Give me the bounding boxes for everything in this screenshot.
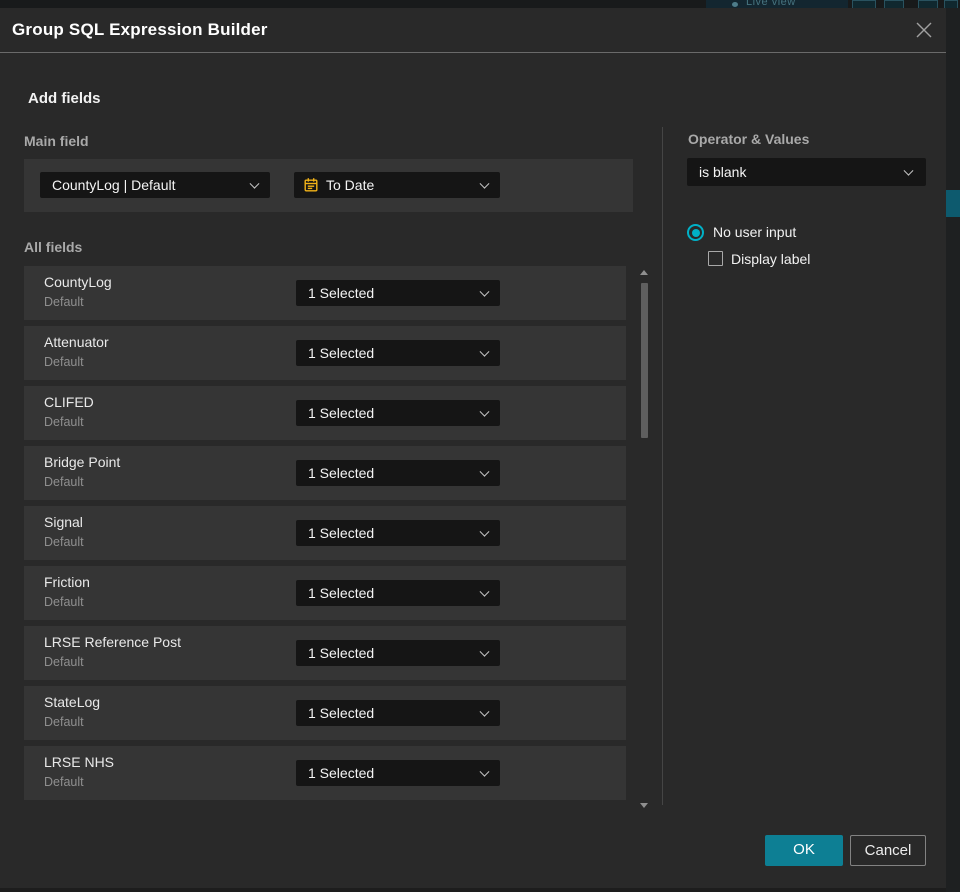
toolbar-button xyxy=(918,0,938,8)
field-name: Signal xyxy=(44,514,83,530)
main-field-label: Main field xyxy=(24,133,89,149)
chevron-down-icon xyxy=(479,586,490,597)
field-selected-dropdown[interactable]: 1 Selected xyxy=(296,340,500,366)
field-name: LRSE Reference Post xyxy=(44,634,181,650)
background-app-right-edge xyxy=(946,8,960,892)
cancel-button[interactable]: Cancel xyxy=(850,835,926,866)
background-app-header: Live view xyxy=(0,0,960,8)
background-teal-element xyxy=(946,190,960,217)
selected-count: 1 Selected xyxy=(308,285,375,301)
field-sublabel: Default xyxy=(44,655,84,669)
chevron-down-icon xyxy=(903,165,914,176)
group-sql-expression-builder-dialog: Group SQL Expression Builder Add fields … xyxy=(0,8,946,888)
chevron-down-icon xyxy=(479,646,490,657)
operator-values-label: Operator & Values xyxy=(688,131,810,147)
eye-icon xyxy=(732,2,738,7)
chevron-down-icon xyxy=(479,526,490,537)
scroll-down-icon[interactable] xyxy=(640,803,648,808)
selected-count: 1 Selected xyxy=(308,585,375,601)
radio-no-user-input[interactable] xyxy=(687,224,704,241)
field-selected-dropdown[interactable]: 1 Selected xyxy=(296,400,500,426)
field-sublabel: Default xyxy=(44,715,84,729)
chevron-down-icon xyxy=(479,706,490,717)
live-view-label: Live view xyxy=(746,0,796,8)
field-row: Signal Default 1 Selected xyxy=(24,506,626,560)
field-sublabel: Default xyxy=(44,415,84,429)
checkbox-label: Display label xyxy=(731,251,811,267)
field-row: Friction Default 1 Selected xyxy=(24,566,626,620)
main-field-card: CountyLog | Default To Date xyxy=(24,159,633,212)
toolbar-button xyxy=(944,0,958,8)
selected-count: 1 Selected xyxy=(308,405,375,421)
field-name: Attenuator xyxy=(44,334,109,350)
chevron-down-icon xyxy=(479,766,490,777)
field-row: CountyLog Default 1 Selected xyxy=(24,266,626,320)
all-fields-label: All fields xyxy=(24,239,83,255)
field-selected-dropdown[interactable]: 1 Selected xyxy=(296,520,500,546)
toolbar-button xyxy=(852,0,876,8)
field-selected-dropdown[interactable]: 1 Selected xyxy=(296,700,500,726)
selected-count: 1 Selected xyxy=(308,645,375,661)
checkbox-display-label[interactable] xyxy=(708,251,723,266)
field-selected-dropdown[interactable]: 1 Selected xyxy=(296,640,500,666)
field-selected-dropdown[interactable]: 1 Selected xyxy=(296,460,500,486)
field-sublabel: Default xyxy=(44,475,84,489)
field-row: StateLog Default 1 Selected xyxy=(24,686,626,740)
field-sublabel: Default xyxy=(44,295,84,309)
dialog-titlebar: Group SQL Expression Builder xyxy=(0,8,946,52)
chevron-down-icon xyxy=(479,406,490,417)
field-row: Attenuator Default 1 Selected xyxy=(24,326,626,380)
field-name: LRSE NHS xyxy=(44,754,115,770)
main-field-value-dropdown[interactable]: To Date xyxy=(294,172,500,198)
screen: Live view Group SQL Expression Builder A… xyxy=(0,0,960,892)
field-name: CountyLog xyxy=(44,274,112,290)
field-row: LRSE NHS Default 1 Selected xyxy=(24,746,626,800)
field-selected-dropdown[interactable]: 1 Selected xyxy=(296,760,500,786)
scrollbar-thumb[interactable] xyxy=(641,283,648,438)
selected-count: 1 Selected xyxy=(308,705,375,721)
operator-dropdown-value: is blank xyxy=(699,164,747,180)
calendar-icon xyxy=(303,177,319,193)
field-name: Friction xyxy=(44,574,90,590)
panel-divider xyxy=(662,127,663,805)
radio-label: No user input xyxy=(713,224,797,240)
selected-count: 1 Selected xyxy=(308,465,375,481)
scroll-up-icon[interactable] xyxy=(640,270,648,275)
field-row: Bridge Point Default 1 Selected xyxy=(24,446,626,500)
main-field-value: To Date xyxy=(326,177,375,193)
selected-count: 1 Selected xyxy=(308,525,375,541)
field-sublabel: Default xyxy=(44,535,84,549)
field-row: LRSE Reference Post Default 1 Selected xyxy=(24,626,626,680)
chevron-down-icon xyxy=(479,178,490,189)
field-sublabel: Default xyxy=(44,355,84,369)
field-name: Bridge Point xyxy=(44,454,121,470)
field-row: CLIFED Default 1 Selected xyxy=(24,386,626,440)
chevron-down-icon xyxy=(479,346,490,357)
field-name: CLIFED xyxy=(44,394,94,410)
main-field-dropdown[interactable]: CountyLog | Default xyxy=(40,172,270,198)
close-icon[interactable] xyxy=(915,21,933,39)
ok-button[interactable]: OK xyxy=(765,835,843,866)
field-sublabel: Default xyxy=(44,595,84,609)
chevron-down-icon xyxy=(479,286,490,297)
live-view-toggle: Live view xyxy=(706,0,848,8)
operator-dropdown[interactable]: is blank xyxy=(687,158,926,186)
title-separator xyxy=(0,52,946,53)
selected-count: 1 Selected xyxy=(308,765,375,781)
scrollbar[interactable] xyxy=(638,264,650,810)
chevron-down-icon xyxy=(249,178,260,189)
main-field-dropdown-value: CountyLog | Default xyxy=(52,177,176,193)
toolbar-button xyxy=(884,0,904,8)
field-selected-dropdown[interactable]: 1 Selected xyxy=(296,580,500,606)
add-fields-heading: Add fields xyxy=(28,90,101,107)
dialog-title: Group SQL Expression Builder xyxy=(12,20,268,39)
field-selected-dropdown[interactable]: 1 Selected xyxy=(296,280,500,306)
field-name: StateLog xyxy=(44,694,101,710)
field-sublabel: Default xyxy=(44,775,84,789)
chevron-down-icon xyxy=(479,466,490,477)
selected-count: 1 Selected xyxy=(308,345,375,361)
